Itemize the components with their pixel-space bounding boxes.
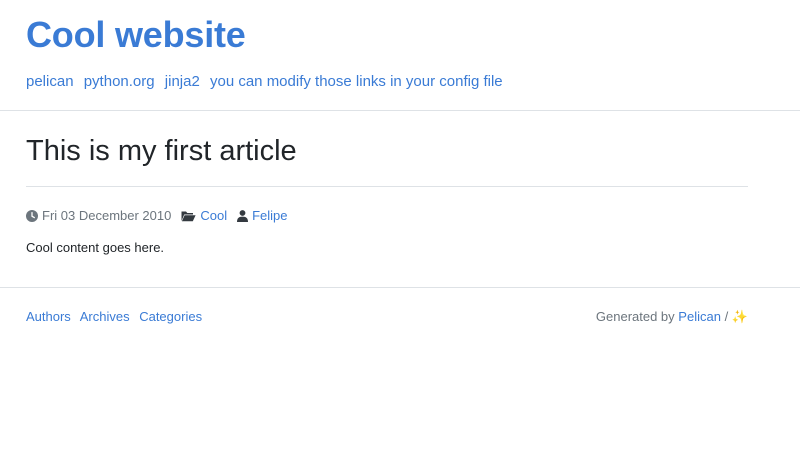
article-author-link[interactable]: Felipe bbox=[252, 207, 287, 225]
footer-credit: Generated by Pelican / ✨ bbox=[596, 308, 748, 326]
footer-link-categories[interactable]: Categories bbox=[139, 309, 202, 324]
pelican-link[interactable]: Pelican bbox=[678, 309, 721, 324]
header-nav: pelican python.org jinja2 you can modify… bbox=[26, 72, 509, 92]
footer-link-archives[interactable]: Archives bbox=[80, 309, 130, 324]
nav-link-pelican[interactable]: pelican bbox=[26, 73, 74, 90]
footer-link-authors[interactable]: Authors bbox=[26, 309, 71, 324]
nav-link-config-note[interactable]: you can modify those links in your confi… bbox=[210, 73, 503, 90]
article-meta: Fri 03 December 2010 Cool Felipe bbox=[26, 207, 288, 225]
site-header: Cool website pelican python.org jinja2 y… bbox=[0, 0, 800, 111]
nav-link-python-org[interactable]: python.org bbox=[84, 73, 155, 90]
generated-by-text: Generated by bbox=[595, 309, 675, 324]
article-body: Cool content goes here. bbox=[26, 240, 165, 255]
site-title-link[interactable]: Cool website bbox=[26, 14, 246, 55]
article-divider bbox=[26, 186, 748, 187]
sparkle-icon: ✨ bbox=[731, 309, 748, 324]
folder-open-icon bbox=[181, 210, 196, 222]
site-title[interactable]: Cool website bbox=[26, 13, 246, 57]
credit-separator: / bbox=[724, 309, 729, 324]
user-icon bbox=[237, 210, 249, 222]
article-title: This is my first article bbox=[26, 135, 297, 167]
article-date: Fri 03 December 2010 bbox=[42, 208, 172, 223]
nav-link-jinja2[interactable]: jinja2 bbox=[165, 73, 200, 90]
article-category-link[interactable]: Cool bbox=[200, 207, 227, 225]
footer-nav: Authors Archives Categories bbox=[26, 308, 208, 326]
site-footer: Authors Archives Categories Generated by… bbox=[0, 287, 800, 324]
clock-icon bbox=[26, 210, 38, 222]
